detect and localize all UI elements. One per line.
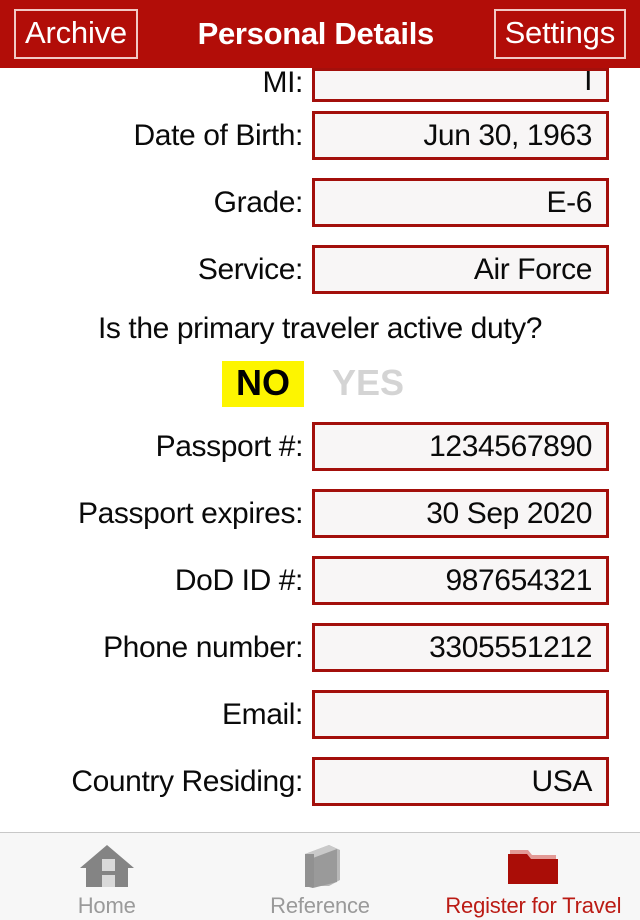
field-input-email[interactable] (312, 690, 609, 739)
form-row-phone-number: Phone number: 3305551212 (0, 614, 640, 681)
tab-reference[interactable]: Reference (213, 833, 426, 920)
form-row-passport-number: Passport #: 1234567890 (0, 413, 640, 480)
form-row-country-residing: Country Residing: USA (0, 748, 640, 815)
archive-button[interactable]: Archive (14, 9, 138, 59)
field-label-service: Service: (197, 252, 304, 286)
form-row-service: Service: Air Force (0, 236, 640, 303)
field-label-date-of-birth: Date of Birth: (133, 118, 304, 152)
settings-button[interactable]: Settings (493, 9, 626, 59)
form-row-grade: Grade: E-6 (0, 169, 640, 236)
field-label-country-residing: Country Residing: (71, 764, 303, 798)
tab-register-for-travel[interactable]: Register for Travel (427, 833, 640, 920)
active-duty-question: Is the primary traveler active duty? (97, 312, 543, 345)
form-row-email: Email: (0, 681, 640, 748)
active-duty-toggle: NO YES (0, 355, 640, 413)
field-label-phone-number: Phone number: (103, 630, 303, 664)
folder-icon (504, 842, 562, 890)
field-input-country-residing[interactable]: USA (312, 757, 609, 806)
form-row-dod-id: DoD ID #: 987654321 (0, 547, 640, 614)
field-input-passport-expires[interactable]: 30 Sep 2020 (312, 489, 609, 538)
field-input-phone-number[interactable]: 3305551212 (312, 623, 609, 672)
field-label-passport-number: Passport #: (155, 429, 304, 463)
tab-home[interactable]: Home (0, 833, 213, 920)
book-icon (295, 842, 345, 890)
tab-label-register-for-travel: Register for Travel (445, 893, 622, 918)
active-duty-option-no[interactable]: NO (221, 361, 304, 407)
field-label-mi: MI: (262, 68, 304, 99)
navigation-bar: Archive Personal Details Settings (0, 0, 640, 68)
active-duty-option-yes[interactable]: YES (318, 361, 418, 407)
field-label-grade: Grade: (213, 185, 304, 219)
field-label-passport-expires: Passport expires: (78, 496, 303, 530)
tab-label-home: Home (77, 893, 136, 918)
field-input-passport-number[interactable]: 1234567890 (312, 422, 609, 471)
form-row-passport-expires: Passport expires: 30 Sep 2020 (0, 480, 640, 547)
field-input-date-of-birth[interactable]: Jun 30, 1963 (312, 111, 609, 160)
field-input-mi[interactable]: I (312, 68, 609, 102)
form-row-date-of-birth: Date of Birth: Jun 30, 1963 (0, 102, 640, 169)
home-icon (78, 842, 136, 890)
field-input-grade[interactable]: E-6 (312, 178, 609, 227)
field-input-service[interactable]: Air Force (312, 245, 609, 294)
field-input-dod-id[interactable]: 987654321 (312, 556, 609, 605)
app-screen: Archive Personal Details Settings MI: I … (0, 0, 640, 920)
personal-details-form: MI: I Date of Birth: Jun 30, 1963 Grade:… (0, 68, 640, 832)
field-label-email: Email: (222, 697, 303, 731)
tab-label-reference: Reference (270, 893, 370, 918)
form-row-mi: MI: I (0, 68, 640, 102)
page-title: Personal Details (197, 16, 435, 51)
tab-bar: Home Reference Register for Travel (0, 832, 640, 920)
field-label-dod-id: DoD ID #: (174, 563, 304, 597)
